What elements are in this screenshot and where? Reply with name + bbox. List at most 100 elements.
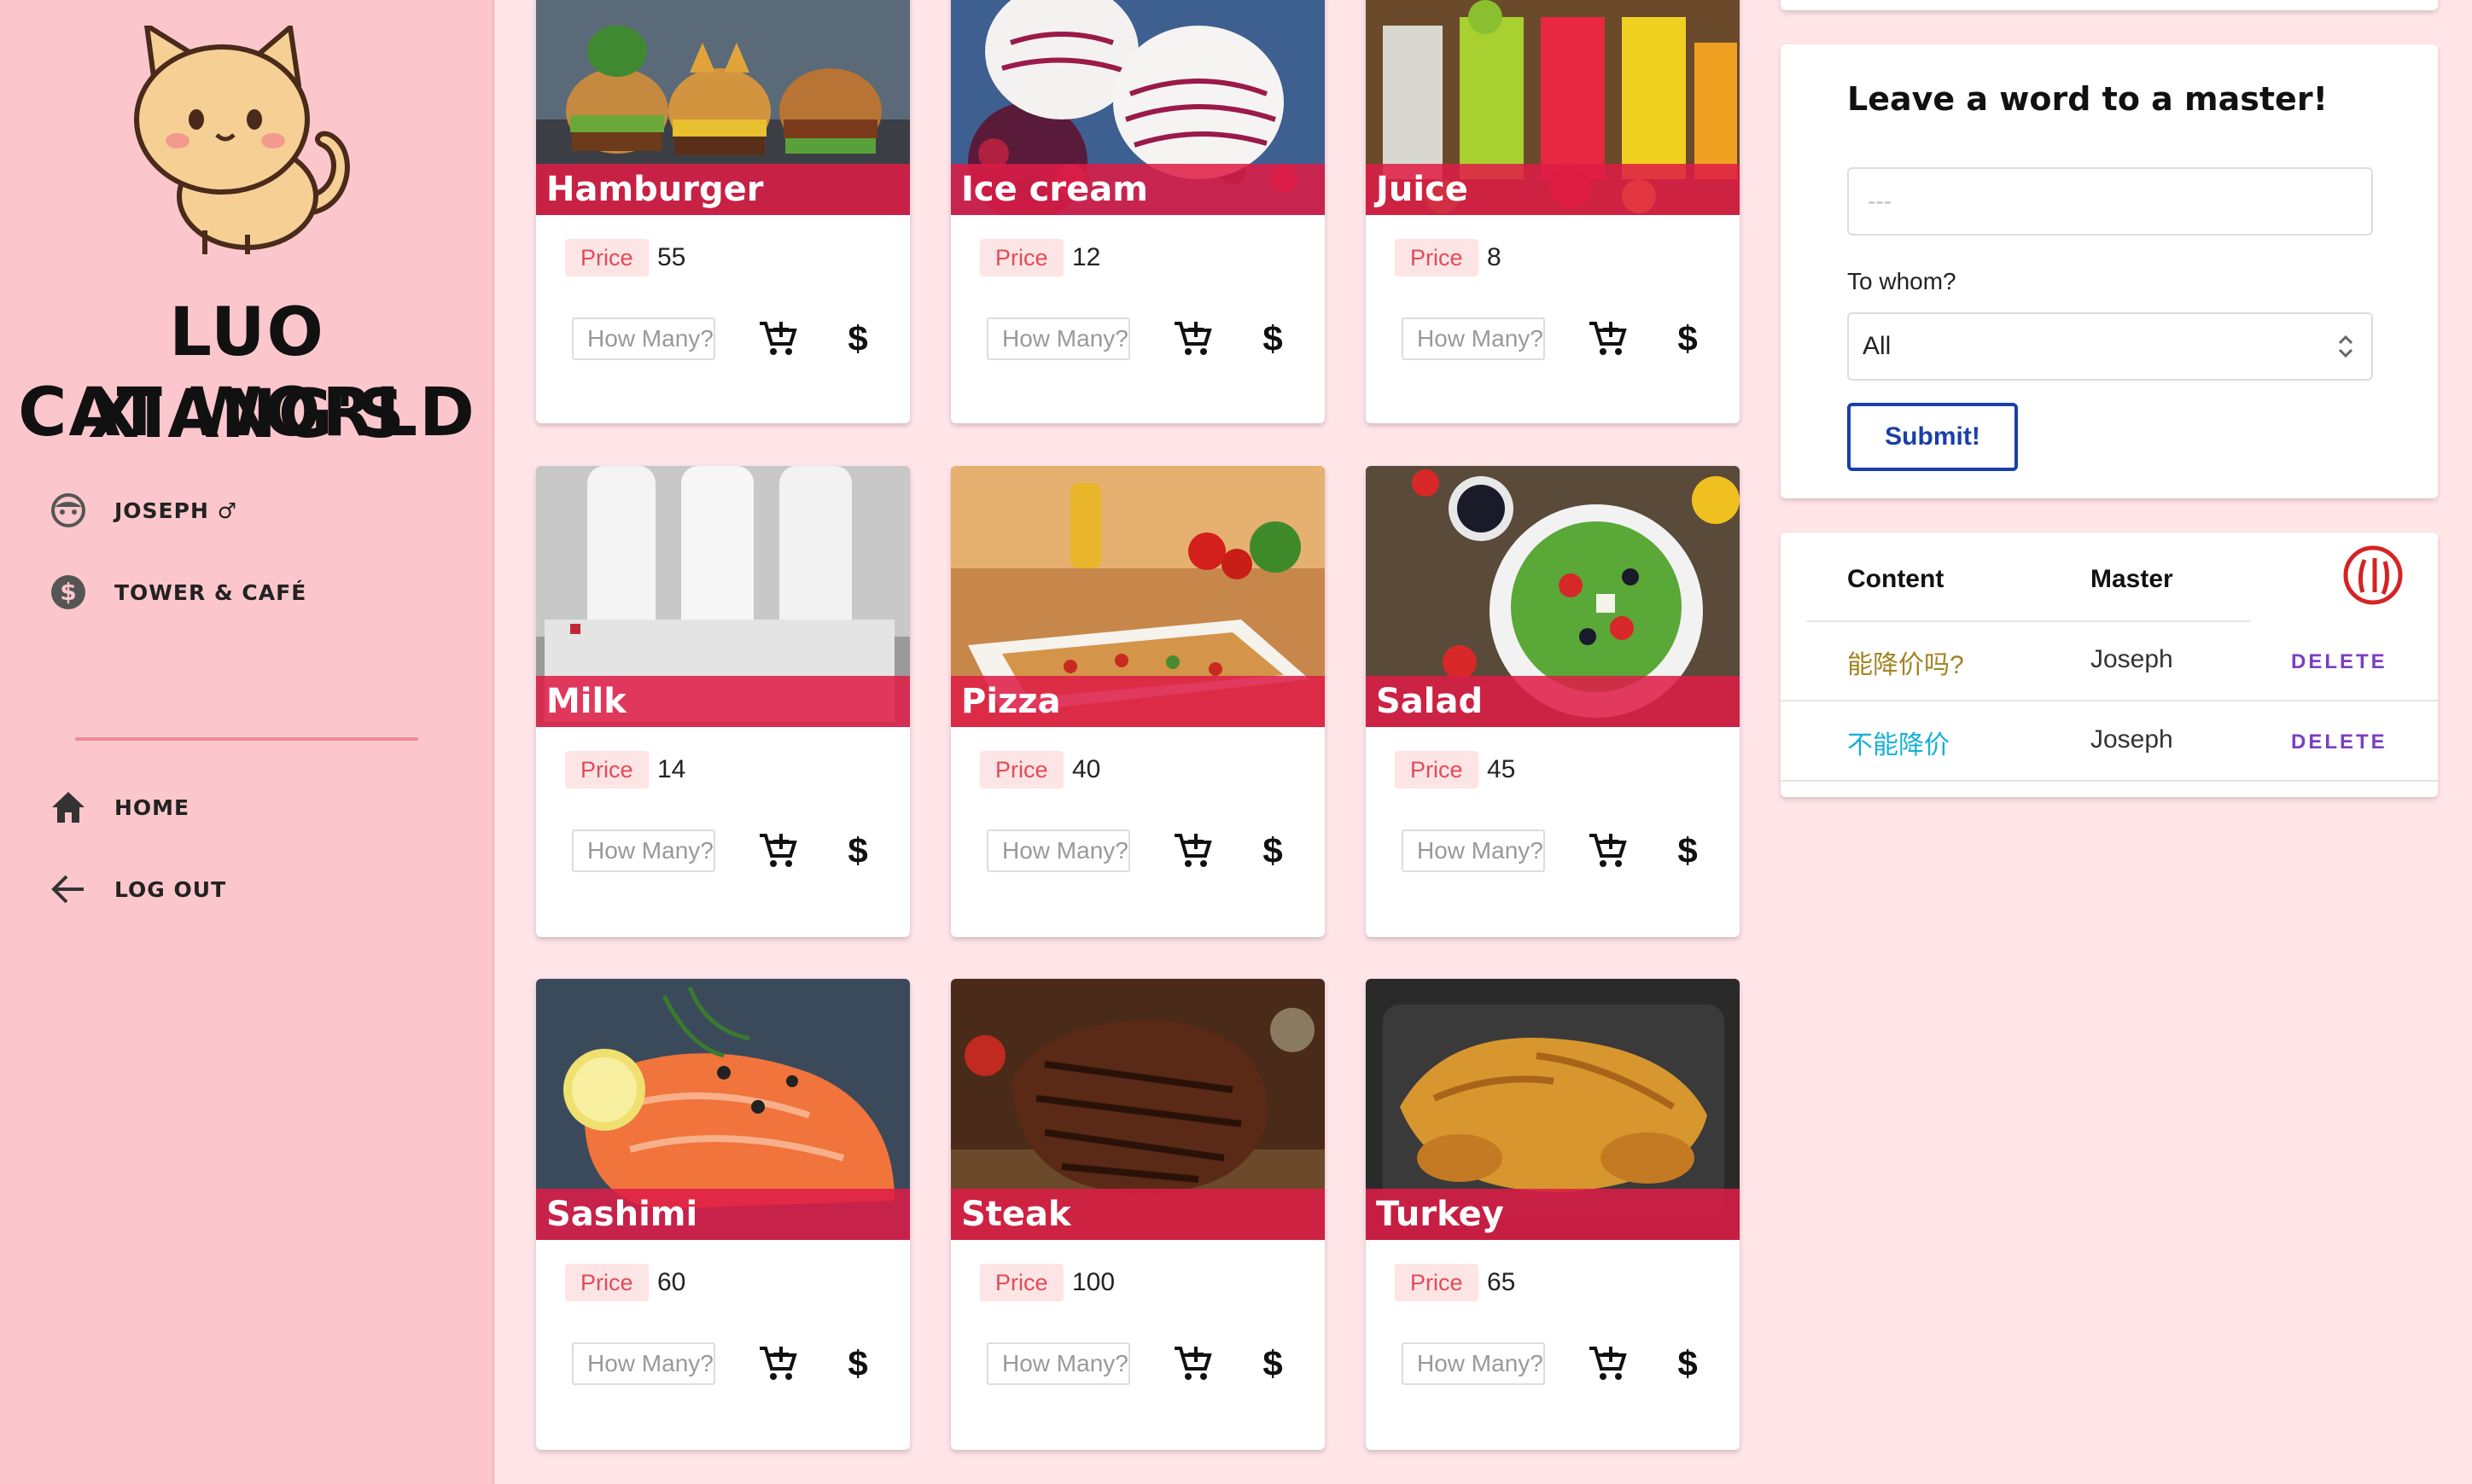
add-to-cart-button[interactable] [1169,316,1216,362]
price-tag: Price [1395,239,1478,276]
cart-plus-icon [1175,1347,1212,1380]
shop-item[interactable]: $ TOWER & CAFÉ [48,568,306,616]
arrow-left-icon [48,869,89,910]
price-tag: Price [565,239,649,276]
product-name: Juice [1376,170,1468,209]
price-value: 8 [1487,243,1501,271]
buy-now-button[interactable]: $ [1666,828,1709,874]
add-to-cart-button[interactable] [755,828,801,874]
product-card-milk: Milk Price 14 How Many? $ [536,466,910,937]
product-name: Steak [961,1195,1071,1234]
quantity-input[interactable]: How Many? [987,317,1130,360]
nav-logout[interactable]: LOG OUT [48,865,226,913]
product-name: Sashimi [546,1195,698,1234]
product-name: Salad [1376,682,1484,721]
price-value: 55 [657,243,686,271]
svg-text:$: $ [60,578,76,606]
buy-now-button[interactable]: $ [1251,1341,1294,1387]
add-to-cart-button[interactable] [1584,828,1630,874]
quantity-input[interactable]: How Many? [987,1342,1130,1385]
add-to-cart-button[interactable] [1584,1341,1630,1387]
price-tag: Price [1395,1264,1478,1301]
add-to-cart-button[interactable] [1169,1341,1216,1387]
nav-home-label: HOME [114,794,190,820]
quantity-input[interactable]: How Many? [572,317,715,360]
product-card-turkey: Turkey Price 65 How Many? $ [1366,979,1740,1450]
buy-now-button[interactable]: $ [1666,316,1709,362]
add-to-cart-button[interactable] [1169,828,1216,874]
quantity-input[interactable]: How Many? [1402,829,1545,872]
top-panel-edge [1781,0,2438,10]
product-card-juice: Juice Price 8 How Many? $ [1366,0,1740,423]
quantity-input[interactable]: How Many? [572,829,715,872]
column-header-master: Master [2090,565,2173,593]
cart-plus-icon [1175,322,1212,355]
home-icon [48,787,89,828]
buy-now-button[interactable]: $ [837,316,879,362]
price-tag: Price [980,751,1064,789]
price-value: 40 [1072,755,1101,783]
delete-button[interactable]: DELETE [2291,730,2387,754]
buy-now-button[interactable]: $ [837,828,879,874]
form-title: Leave a word to a master! [1847,80,2328,118]
price-value: 12 [1072,243,1101,271]
nav-logout-label: LOG OUT [114,876,227,902]
cart-plus-icon [1589,834,1627,867]
cart-plus-icon [1589,1347,1627,1380]
dollar-circle-icon: $ [48,572,89,613]
shop-name: TOWER & CAFÉ [114,579,307,605]
nav-home[interactable]: HOME [48,783,189,831]
submit-button[interactable]: Submit! [1847,403,2018,471]
price-value: 60 [657,1268,686,1296]
table-header-divider [1806,620,2250,622]
message-master: Joseph [2090,645,2173,673]
product-card-ice-cream: Ice cream Price 12 How Many? $ [951,0,1325,423]
buy-now-button[interactable]: $ [1666,1341,1709,1387]
price-tag: Price [980,1264,1064,1301]
chop-seal-icon [2343,545,2403,605]
cart-plus-icon [760,834,797,867]
price-tag: Price [565,751,649,789]
price-tag: Price [980,239,1064,276]
quantity-input[interactable]: How Many? [987,829,1130,872]
table-row-divider [1781,700,2438,701]
add-to-cart-button[interactable] [1584,316,1630,362]
quantity-input[interactable]: How Many? [1402,1342,1545,1385]
message-master: Joseph [2090,725,2173,754]
product-name: Turkey [1376,1195,1504,1234]
face-icon [48,490,89,531]
recipient-select[interactable]: All [1847,312,2373,381]
sidebar: LUO XIANG'S CAT WORLD JOSEPH ♂ $ TOWER &… [0,0,494,1484]
cart-plus-icon [1175,834,1212,867]
buy-now-button[interactable]: $ [1251,828,1294,874]
message-input[interactable]: --- [1847,167,2373,236]
product-name: Pizza [961,682,1061,721]
add-to-cart-button[interactable] [755,1341,801,1387]
delete-button[interactable]: DELETE [2291,650,2387,674]
product-card-steak: Steak Price 100 How Many? $ [951,979,1325,1450]
price-value: 45 [1487,755,1516,783]
brand-title-line2: CAT WORLD [18,375,476,451]
message-form-panel: Leave a word to a master! --- To whom? A… [1781,44,2438,498]
message-content: 不能降价 [1847,731,1950,759]
add-to-cart-button[interactable] [755,316,801,362]
buy-now-button[interactable]: $ [837,1341,879,1387]
user-name: JOSEPH ♂ [114,498,237,523]
cart-plus-icon [760,1347,797,1380]
user-profile-item[interactable]: JOSEPH ♂ [48,486,237,534]
cart-plus-icon [760,322,797,355]
price-tag: Price [1395,751,1478,789]
product-card-hamburger: Hamburger Price 55 How Many? $ [536,0,910,423]
quantity-input[interactable]: How Many? [1402,317,1545,360]
quantity-input[interactable]: How Many? [572,1342,715,1385]
price-tag: Price [565,1264,649,1301]
product-card-sashimi: Sashimi Price 60 How Many? $ [536,979,910,1450]
recipient-select-value: All [1863,332,1892,360]
to-whom-label: To whom? [1847,268,1956,294]
table-row-divider [1781,780,2438,782]
cat-logo-icon [134,26,350,254]
chevron-updown-icon [2338,335,2353,358]
price-value: 14 [657,755,686,783]
buy-now-button[interactable]: $ [1251,316,1294,362]
message-content: 能降价吗? [1847,651,1964,679]
